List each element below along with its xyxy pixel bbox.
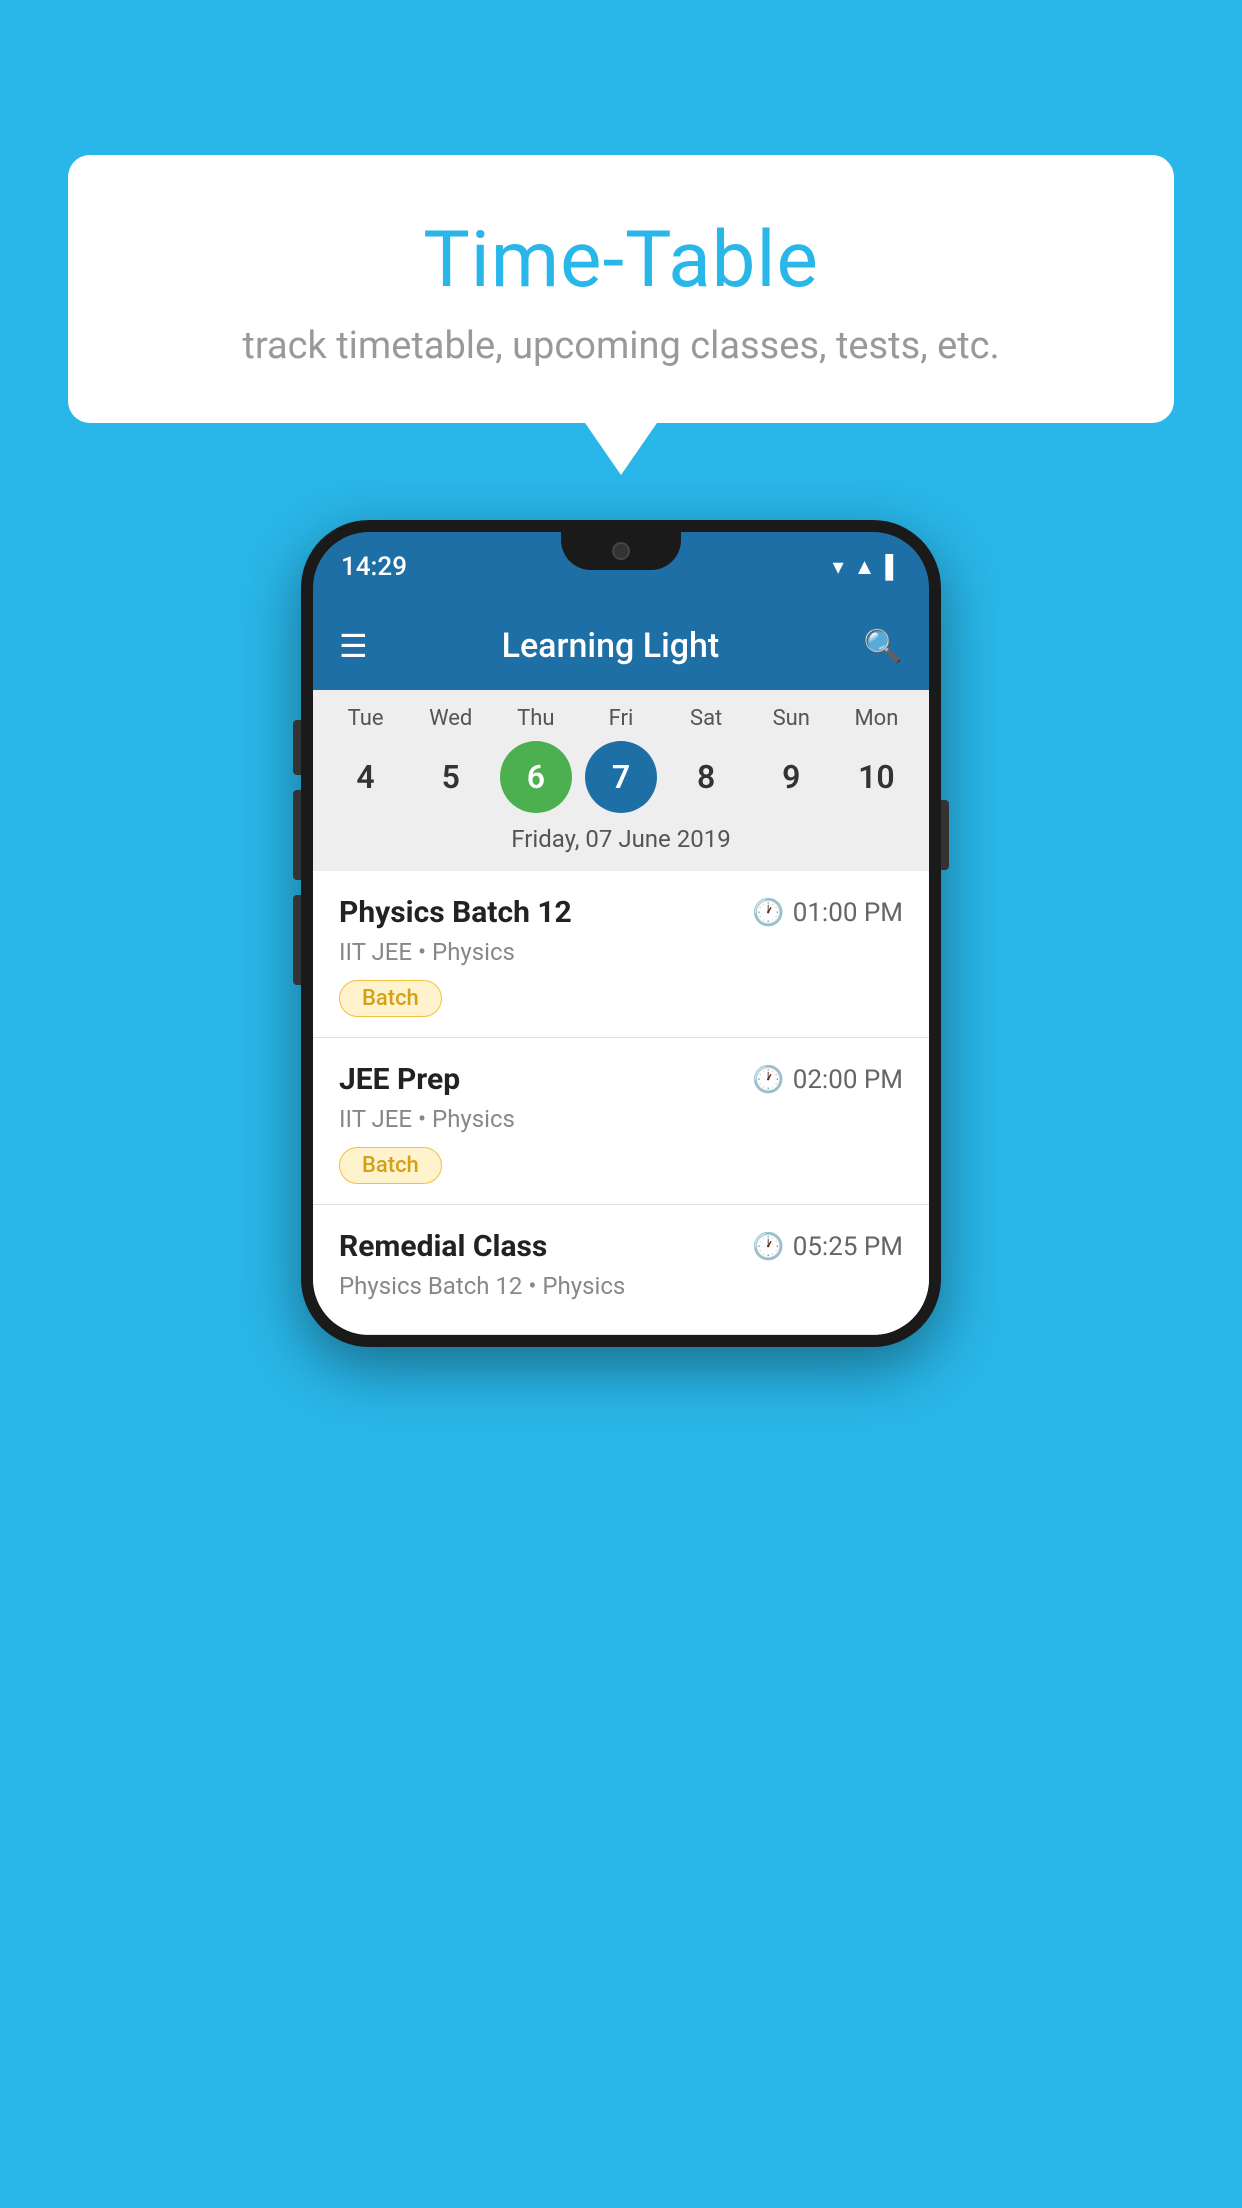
app-title: Learning Light bbox=[388, 626, 833, 666]
bubble-title: Time-Table bbox=[108, 215, 1134, 306]
signal-icon: ▲ bbox=[854, 554, 876, 580]
clock-icon-2: 🕐 bbox=[752, 1065, 784, 1095]
status-icons: ▾ ▲ ▌ bbox=[833, 554, 901, 580]
day-sun[interactable]: Sun bbox=[755, 706, 827, 731]
clock-icon-1: 🕐 bbox=[752, 898, 784, 928]
power-button bbox=[941, 800, 949, 870]
phone-frame: 14:29 ▾ ▲ ▌ ☰ Learning Light 🔍 Tue bbox=[301, 520, 941, 1347]
batch-badge-1: Batch bbox=[339, 980, 442, 1017]
class-meta-2: IIT JEE • Physics bbox=[339, 1105, 903, 1133]
day-wed[interactable]: Wed bbox=[415, 706, 487, 731]
notch bbox=[561, 532, 681, 570]
class-item-3-header: Remedial Class 🕐 05:25 PM bbox=[339, 1229, 903, 1264]
app-bar: ☰ Learning Light 🔍 bbox=[313, 602, 929, 690]
hamburger-icon[interactable]: ☰ bbox=[339, 627, 368, 665]
phone-screen: ☰ Learning Light 🔍 Tue Wed Thu Fri Sat S… bbox=[313, 602, 929, 1335]
calendar-section: Tue Wed Thu Fri Sat Sun Mon 4 5 6 7 8 9 … bbox=[313, 690, 929, 871]
date-6-today[interactable]: 6 bbox=[500, 741, 572, 813]
class-item-2-header: JEE Prep 🕐 02:00 PM bbox=[339, 1062, 903, 1097]
search-icon[interactable]: 🔍 bbox=[863, 627, 903, 665]
class-meta-1: IIT JEE • Physics bbox=[339, 938, 903, 966]
volume-down-button bbox=[293, 790, 301, 880]
day-mon[interactable]: Mon bbox=[840, 706, 912, 731]
date-4[interactable]: 4 bbox=[330, 741, 402, 813]
class-item-1-header: Physics Batch 12 🕐 01:00 PM bbox=[339, 895, 903, 930]
class-time-1: 🕐 01:00 PM bbox=[752, 898, 903, 928]
class-name-2: JEE Prep bbox=[339, 1062, 460, 1097]
day-fri[interactable]: Fri bbox=[585, 706, 657, 731]
status-time: 14:29 bbox=[341, 552, 407, 582]
bubble-subtitle: track timetable, upcoming classes, tests… bbox=[108, 324, 1134, 368]
camera bbox=[612, 542, 630, 560]
class-item-3[interactable]: Remedial Class 🕐 05:25 PM Physics Batch … bbox=[313, 1205, 929, 1335]
speech-bubble-container: Time-Table track timetable, upcoming cla… bbox=[68, 155, 1174, 423]
date-9[interactable]: 9 bbox=[755, 741, 827, 813]
class-name-3: Remedial Class bbox=[339, 1229, 547, 1264]
date-8[interactable]: 8 bbox=[670, 741, 742, 813]
day-thu[interactable]: Thu bbox=[500, 706, 572, 731]
clock-icon-3: 🕐 bbox=[752, 1232, 784, 1262]
class-name-1: Physics Batch 12 bbox=[339, 895, 572, 930]
date-10[interactable]: 10 bbox=[840, 741, 912, 813]
class-meta-3: Physics Batch 12 • Physics bbox=[339, 1272, 903, 1300]
class-item-1[interactable]: Physics Batch 12 🕐 01:00 PM IIT JEE • Ph… bbox=[313, 871, 929, 1038]
wifi-icon: ▾ bbox=[833, 555, 844, 580]
class-time-2: 🕐 02:00 PM bbox=[752, 1065, 903, 1095]
batch-badge-2: Batch bbox=[339, 1147, 442, 1184]
silent-button bbox=[293, 895, 301, 985]
selected-date-label: Friday, 07 June 2019 bbox=[323, 825, 919, 863]
status-bar: 14:29 ▾ ▲ ▌ bbox=[313, 532, 929, 602]
class-time-3: 🕐 05:25 PM bbox=[752, 1232, 903, 1262]
date-5[interactable]: 5 bbox=[415, 741, 487, 813]
day-sat[interactable]: Sat bbox=[670, 706, 742, 731]
phone-container: 14:29 ▾ ▲ ▌ ☰ Learning Light 🔍 Tue bbox=[301, 520, 941, 1347]
battery-icon: ▌ bbox=[885, 554, 901, 580]
date-7-selected[interactable]: 7 bbox=[585, 741, 657, 813]
day-tue[interactable]: Tue bbox=[330, 706, 402, 731]
speech-bubble: Time-Table track timetable, upcoming cla… bbox=[68, 155, 1174, 423]
class-item-2[interactable]: JEE Prep 🕐 02:00 PM IIT JEE • Physics Ba… bbox=[313, 1038, 929, 1205]
volume-up-button bbox=[293, 720, 301, 775]
dates-row: 4 5 6 7 8 9 10 bbox=[323, 741, 919, 813]
days-row: Tue Wed Thu Fri Sat Sun Mon bbox=[323, 706, 919, 731]
